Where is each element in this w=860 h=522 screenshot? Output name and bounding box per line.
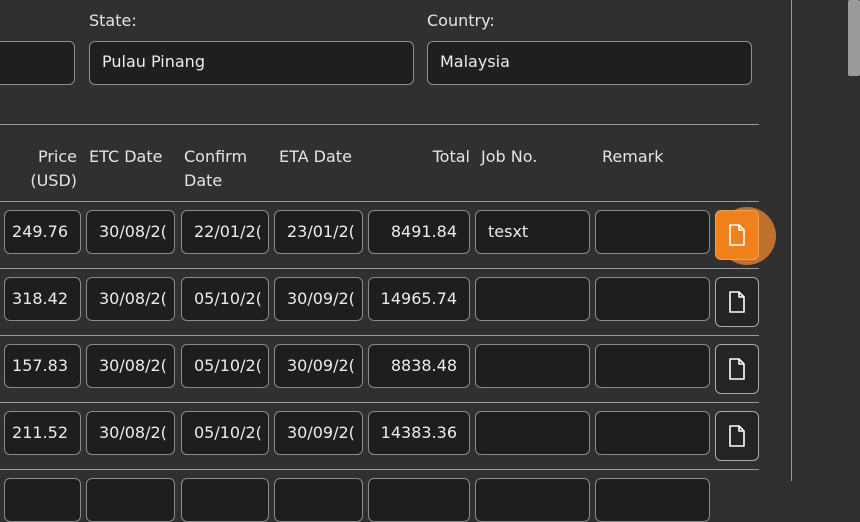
total-cell[interactable]: 14965.74 bbox=[368, 277, 470, 321]
confirm-date-cell[interactable]: 05/10/2( bbox=[181, 277, 269, 321]
price-cell[interactable]: 249.76 bbox=[4, 210, 81, 254]
etc-date-cell[interactable]: 30/08/2( bbox=[86, 344, 175, 388]
price-cell[interactable] bbox=[4, 478, 81, 522]
document-icon bbox=[729, 291, 745, 313]
eta-date-cell[interactable]: 30/09/2( bbox=[274, 411, 363, 455]
previous-field[interactable] bbox=[0, 41, 75, 85]
price-cell[interactable]: 157.83 bbox=[4, 344, 81, 388]
total-cell[interactable]: 14383.36 bbox=[368, 411, 470, 455]
etc-date-cell[interactable] bbox=[86, 478, 175, 522]
total-cell[interactable]: 8838.48 bbox=[368, 344, 470, 388]
state-label: State: bbox=[89, 11, 137, 30]
document-icon bbox=[729, 358, 745, 380]
eta-date-cell[interactable] bbox=[274, 478, 363, 522]
job-no-cell[interactable] bbox=[475, 411, 590, 455]
job-no-cell[interactable] bbox=[475, 478, 590, 522]
row-divider bbox=[0, 268, 759, 269]
header-etc-date: ETC Date bbox=[89, 147, 163, 166]
header-remark: Remark bbox=[602, 147, 664, 166]
remark-cell[interactable] bbox=[595, 277, 710, 321]
price-cell[interactable]: 318.42 bbox=[4, 277, 81, 321]
total-cell[interactable] bbox=[368, 478, 470, 522]
row-divider bbox=[0, 335, 759, 336]
confirm-date-cell[interactable]: 05/10/2( bbox=[181, 344, 269, 388]
confirm-date-cell[interactable] bbox=[181, 478, 269, 522]
confirm-date-cell[interactable]: 22/01/2( bbox=[181, 210, 269, 254]
remark-cell[interactable] bbox=[595, 411, 710, 455]
header-divider bbox=[0, 201, 759, 202]
etc-date-cell[interactable]: 30/08/2( bbox=[86, 411, 175, 455]
document-icon bbox=[729, 224, 745, 246]
header-eta-date: ETA Date bbox=[279, 147, 352, 166]
eta-date-cell[interactable]: 30/09/2( bbox=[274, 277, 363, 321]
document-button[interactable] bbox=[715, 210, 759, 260]
state-field[interactable]: Pulau Pinang bbox=[89, 41, 414, 85]
country-label: Country: bbox=[427, 11, 495, 30]
job-no-cell[interactable] bbox=[475, 344, 590, 388]
etc-date-cell[interactable]: 30/08/2( bbox=[86, 277, 175, 321]
scrollbar-thumb[interactable] bbox=[848, 0, 860, 76]
remark-cell[interactable] bbox=[595, 344, 710, 388]
job-no-cell[interactable]: tesxt bbox=[475, 210, 590, 254]
price-cell[interactable]: 211.52 bbox=[4, 411, 81, 455]
document-button[interactable] bbox=[715, 344, 759, 394]
confirm-date-cell[interactable]: 05/10/2( bbox=[181, 411, 269, 455]
etc-date-cell[interactable]: 30/08/2( bbox=[86, 210, 175, 254]
remark-cell[interactable] bbox=[595, 478, 710, 522]
header-job-no: Job No. bbox=[481, 147, 538, 166]
row-divider bbox=[0, 469, 759, 470]
country-field[interactable]: Malaysia bbox=[427, 41, 752, 85]
eta-date-cell[interactable]: 30/09/2( bbox=[274, 344, 363, 388]
row-divider bbox=[0, 402, 759, 403]
document-button[interactable] bbox=[715, 411, 759, 461]
header-total: Total bbox=[432, 147, 470, 166]
document-icon bbox=[729, 425, 745, 447]
total-cell[interactable]: 8491.84 bbox=[368, 210, 470, 254]
header-price: Price (USD) bbox=[30, 147, 77, 190]
divider bbox=[0, 124, 759, 125]
document-button[interactable] bbox=[715, 277, 759, 327]
header-confirm-date: Confirm Date bbox=[184, 147, 248, 190]
job-no-cell[interactable] bbox=[475, 277, 590, 321]
remark-cell[interactable] bbox=[595, 210, 710, 254]
eta-date-cell[interactable]: 23/01/2( bbox=[274, 210, 363, 254]
